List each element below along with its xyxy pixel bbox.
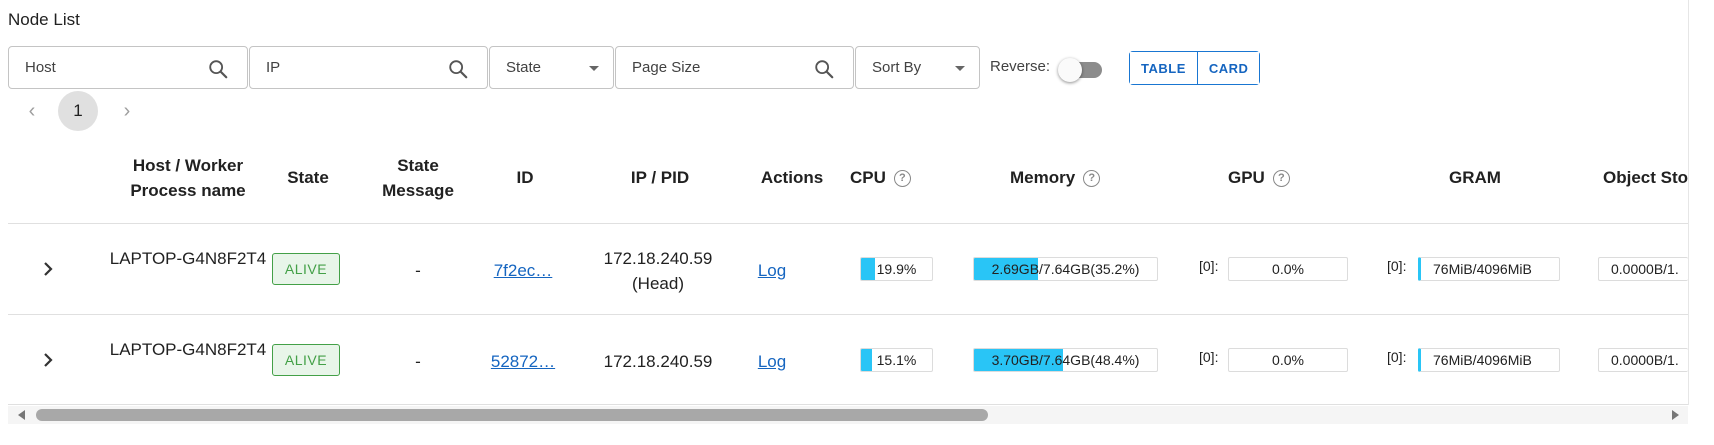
row-divider bbox=[8, 404, 1688, 405]
row-1-gram-value: 76MiB/4096MiB bbox=[1433, 261, 1532, 277]
help-icon[interactable]: ? bbox=[1083, 170, 1101, 187]
row-1-gpu-bar: 0.0% bbox=[1228, 257, 1348, 281]
row-divider bbox=[8, 314, 1688, 315]
row-1-object-store-bar: 0.0000B/1. bbox=[1598, 257, 1688, 281]
column-header-host: Host / Worker Process name bbox=[130, 156, 246, 200]
page-size-label: Page Size bbox=[632, 59, 701, 76]
row-2-gram-index: [0]: bbox=[1387, 349, 1407, 365]
column-header-state: State bbox=[287, 168, 329, 187]
row-2-gram-value: 76MiB/4096MiB bbox=[1433, 352, 1532, 368]
vertical-divider bbox=[1688, 0, 1689, 405]
column-header-gram: GRAM bbox=[1449, 168, 1501, 187]
row-1-gpu-value: 0.0% bbox=[1272, 261, 1304, 277]
host-filter-label: Host bbox=[25, 59, 56, 76]
view-mode-toggle-group: TABLE CARD bbox=[1129, 51, 1261, 85]
column-header-actions: Actions bbox=[760, 168, 824, 187]
state-select[interactable]: State bbox=[489, 46, 614, 89]
row-2-ip-pid: 172.18.240.59 bbox=[590, 349, 726, 374]
column-header-state-message: State Message bbox=[382, 156, 454, 200]
row-2-object-store-value: 0.0000B/1. bbox=[1611, 352, 1679, 368]
search-icon bbox=[815, 60, 834, 79]
row-1-pid: (Head) bbox=[632, 274, 684, 293]
row-1-ip: 172.18.240.59 bbox=[603, 249, 713, 268]
row-1-memory-value: 2.69GB/7.64GB(35.2%) bbox=[974, 258, 1157, 280]
ip-filter-label: IP bbox=[266, 59, 281, 76]
table-view-button[interactable]: TABLE bbox=[1130, 52, 1197, 84]
reverse-toggle[interactable] bbox=[1058, 57, 1104, 82]
search-icon bbox=[209, 60, 228, 79]
status-badge: ALIVE bbox=[272, 344, 340, 376]
row-1-cpu-value: 19.9% bbox=[876, 261, 917, 277]
row-1-gram-index: [0]: bbox=[1387, 258, 1407, 274]
row-1-host: LAPTOP-G4N8F2T4 bbox=[109, 249, 267, 268]
row-2-memory-value: 3.70GB/7.64GB(48.4%) bbox=[974, 349, 1157, 371]
page-size-input[interactable]: Page Size bbox=[615, 46, 854, 89]
host-filter-input[interactable]: Host bbox=[8, 46, 248, 89]
row-1-state-message: - bbox=[415, 261, 421, 280]
column-header-memory: Memory? bbox=[1010, 165, 1150, 190]
column-header-id: ID bbox=[516, 168, 534, 187]
row-2-object-store-bar: 0.0000B/1. bbox=[1598, 348, 1688, 372]
row-1-cpu-bar: 19.9% bbox=[860, 257, 933, 281]
help-icon[interactable]: ? bbox=[1272, 170, 1290, 187]
column-header-cpu: CPU? bbox=[850, 165, 970, 190]
row-2-host: LAPTOP-G4N8F2T4 bbox=[109, 340, 267, 359]
search-icon bbox=[449, 60, 468, 79]
row-2-cpu-bar: 15.1% bbox=[860, 348, 933, 372]
dropdown-arrow-icon bbox=[955, 66, 965, 71]
row-2-id-link[interactable]: 52872… bbox=[483, 349, 563, 374]
node-list-page: Node List Host IP State Page Size Sort B… bbox=[0, 0, 1714, 445]
horizontal-scrollbar-thumb[interactable] bbox=[36, 409, 988, 421]
row-2-log-link[interactable]: Log bbox=[752, 349, 792, 374]
row-1-memory-total: /7.64GB(35.2%) bbox=[1039, 261, 1140, 277]
scroll-right-arrow-icon[interactable] bbox=[1672, 410, 1679, 420]
row-1-memory-bar: 2.69GB/7.64GB(35.2%) bbox=[973, 257, 1158, 281]
card-view-button[interactable]: CARD bbox=[1196, 52, 1260, 84]
row-2-memory-used: 3.70GB bbox=[991, 352, 1040, 368]
row-2-memory-total: /7.64GB(48.4%) bbox=[1039, 352, 1140, 368]
memory-header-label: Memory bbox=[1010, 168, 1076, 187]
row-2-cpu-value: 15.1% bbox=[876, 352, 917, 368]
row-1-gram-bar: 76MiB/4096MiB bbox=[1418, 257, 1560, 281]
cpu-header-label: CPU bbox=[850, 168, 886, 187]
row-2-state-message: - bbox=[415, 352, 421, 371]
column-header-gpu: GPU? bbox=[1228, 165, 1328, 190]
page-1-button[interactable]: 1 bbox=[58, 91, 98, 131]
sort-by-label: Sort By bbox=[872, 59, 922, 76]
row-2-gpu-index: [0]: bbox=[1199, 349, 1219, 365]
sort-by-select[interactable]: Sort By bbox=[855, 46, 980, 89]
expand-row-icon[interactable] bbox=[38, 259, 58, 279]
reverse-label: Reverse: bbox=[990, 58, 1051, 75]
row-1-log-link[interactable]: Log bbox=[752, 258, 792, 283]
row-2-ip: 172.18.240.59 bbox=[603, 352, 713, 371]
page-title: Node List bbox=[8, 10, 80, 29]
row-1-gpu-index: [0]: bbox=[1199, 258, 1219, 274]
header-divider bbox=[8, 223, 1688, 224]
column-header-ip-pid: IP / PID bbox=[630, 168, 690, 187]
reverse-toggle-thumb[interactable] bbox=[1058, 58, 1082, 82]
row-2-gpu-value: 0.0% bbox=[1272, 352, 1304, 368]
row-1-object-store-value: 0.0000B/1. bbox=[1611, 261, 1679, 277]
help-icon[interactable]: ? bbox=[893, 170, 911, 187]
row-1-id-link[interactable]: 7f2ec… bbox=[483, 258, 563, 283]
dropdown-arrow-icon bbox=[589, 66, 599, 71]
row-2-gpu-bar: 0.0% bbox=[1228, 348, 1348, 372]
ip-filter-input[interactable]: IP bbox=[249, 46, 488, 89]
state-select-label: State bbox=[506, 59, 542, 76]
chevron-left-icon[interactable]: ‹ bbox=[20, 100, 44, 124]
row-2-memory-bar: 3.70GB/7.64GB(48.4%) bbox=[973, 348, 1158, 372]
chevron-right-icon[interactable]: › bbox=[115, 100, 139, 124]
status-badge: ALIVE bbox=[272, 253, 340, 285]
row-2-gram-bar: 76MiB/4096MiB bbox=[1418, 348, 1560, 372]
scroll-left-arrow-icon[interactable] bbox=[18, 410, 25, 420]
gpu-header-label: GPU bbox=[1228, 168, 1265, 187]
expand-row-icon[interactable] bbox=[38, 350, 58, 370]
row-1-ip-pid: 172.18.240.59 (Head) bbox=[590, 246, 726, 296]
row-1-memory-used: 2.69GB bbox=[991, 261, 1040, 277]
column-header-object-store: Object Sto bbox=[1603, 168, 1689, 187]
